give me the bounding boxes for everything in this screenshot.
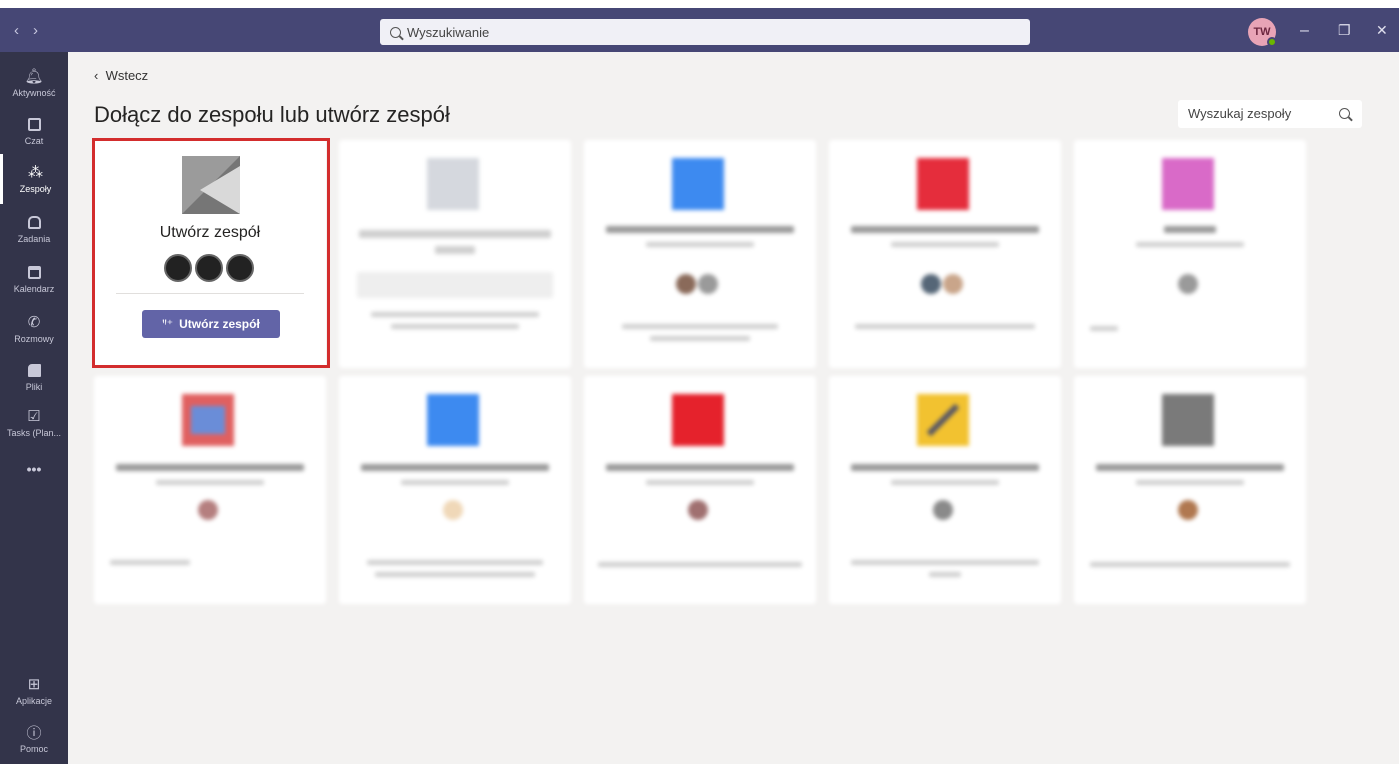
avatar: [688, 500, 708, 520]
apps-icon: ⊞: [27, 676, 41, 693]
avatar: [676, 274, 696, 294]
rail-item-calls[interactable]: ✆ Rozmowy: [0, 304, 68, 354]
bell-icon: 🔔︎: [24, 68, 44, 85]
avatar: [198, 500, 218, 520]
history-nav: ‹›: [14, 22, 52, 39]
global-search-placeholder: Wyszukiwanie: [407, 24, 490, 40]
create-team-card: Utwórz zespół ꞌꞋ⁺ Utwórz zespół: [94, 140, 326, 368]
join-with-code-card[interactable]: [339, 140, 571, 368]
team-card[interactable]: [829, 376, 1061, 604]
card-divider: [116, 293, 304, 294]
member-avatars: [164, 254, 254, 282]
more-icon: •••: [26, 461, 42, 477]
team-card[interactable]: [584, 376, 816, 604]
rail-item-help[interactable]: ⓘ Pomoc: [0, 714, 68, 764]
app-rail: 🔔︎ Aktywność Czat ⁂ Zespoły Zadania Kale…: [0, 52, 68, 764]
avatar: [943, 274, 963, 294]
avatar: [933, 500, 953, 520]
rail-item-activity[interactable]: 🔔︎ Aktywność: [0, 58, 68, 108]
team-card[interactable]: [829, 140, 1061, 368]
tasks-icon: ☑: [27, 408, 41, 425]
add-team-icon: ꞌꞋ⁺: [162, 317, 174, 331]
rail-item-label: Czat: [24, 136, 44, 146]
files-icon: [26, 362, 42, 378]
rail-item-chat[interactable]: Czat: [0, 106, 68, 156]
rail-item-label: Pliki: [25, 382, 43, 392]
team-tile: [182, 394, 234, 446]
avatar: [1178, 500, 1198, 520]
person-icon: [195, 254, 223, 282]
more-apps-button[interactable]: •••: [0, 444, 68, 494]
avatar: [698, 274, 718, 294]
minimize-icon[interactable]: –: [1300, 22, 1309, 40]
global-search-input[interactable]: Wyszukiwanie: [380, 19, 1030, 45]
phone-icon: ✆: [27, 314, 41, 331]
restore-icon[interactable]: ❐: [1338, 22, 1351, 39]
rail-item-calendar[interactable]: Kalendarz: [0, 254, 68, 304]
team-tile: [427, 394, 479, 446]
assignments-icon: [26, 214, 42, 230]
team-card[interactable]: [339, 376, 571, 604]
team-tile: [427, 158, 479, 210]
avatar: [921, 274, 941, 294]
teams-icon: ⁂: [28, 164, 43, 181]
team-card[interactable]: [1074, 376, 1306, 604]
team-card[interactable]: [1074, 140, 1306, 368]
rail-item-label: Tasks (Plan...: [6, 428, 62, 438]
title-bar: ‹› Wyszukiwanie TW – ❐ ✕: [0, 0, 1399, 52]
create-team-button[interactable]: ꞌꞋ⁺ Utwórz zespół: [142, 310, 280, 338]
search-icon: [390, 26, 401, 38]
search-icon: [1339, 108, 1350, 119]
back-link[interactable]: ‹ Wstecz: [94, 68, 148, 83]
team-card[interactable]: [584, 140, 816, 368]
rail-item-label: Kalendarz: [13, 284, 55, 294]
create-team-button-label: Utwórz zespół: [179, 317, 260, 331]
person-icon: [164, 254, 192, 282]
avatar: [443, 500, 463, 520]
forward-arrow-icon[interactable]: ›: [33, 22, 52, 39]
presence-available-icon: [1267, 37, 1277, 47]
create-team-title: Utwórz zespół: [159, 224, 261, 241]
rail-item-label: Rozmowy: [14, 334, 54, 344]
team-tile: [672, 394, 724, 446]
avatar: [1178, 274, 1198, 294]
rail-item-label: Zespoły: [19, 184, 52, 194]
back-label: Wstecz: [105, 68, 149, 83]
rail-item-label: Pomoc: [19, 744, 48, 754]
team-card[interactable]: [94, 376, 326, 604]
page-title: Dołącz do zespołu lub utwórz zespół: [94, 102, 450, 127]
close-icon[interactable]: ✕: [1376, 22, 1388, 39]
create-team-image: [182, 156, 240, 214]
team-search-input[interactable]: Wyszukaj zespoły: [1178, 100, 1362, 128]
back-arrow-icon[interactable]: ‹: [14, 22, 33, 39]
user-avatar[interactable]: TW: [1248, 18, 1277, 47]
rail-item-teams[interactable]: ⁂ Zespoły: [0, 154, 68, 204]
user-initials: TW: [1253, 26, 1271, 38]
team-tile: [1162, 394, 1214, 446]
rail-item-label: Zadania: [17, 234, 51, 244]
calendar-icon: [26, 264, 42, 280]
team-tile: [917, 158, 969, 210]
top-strip: [0, 0, 1399, 8]
help-icon: ⓘ: [26, 724, 42, 742]
rail-item-label: Aktywność: [12, 88, 56, 98]
chevron-left-icon: ‹: [94, 68, 106, 83]
rail-item-files[interactable]: Pliki: [0, 352, 68, 402]
team-search-placeholder: Wyszukaj zespoły: [1188, 106, 1292, 121]
rail-item-tasks[interactable]: ☑ Tasks (Plan...: [0, 398, 68, 448]
rail-item-assignments[interactable]: Zadania: [0, 204, 68, 254]
rail-item-label: Aplikacje: [15, 696, 53, 706]
person-icon: [226, 254, 254, 282]
team-tile: [672, 158, 724, 210]
team-tile: [1162, 158, 1214, 210]
chat-icon: [26, 116, 42, 132]
rail-item-apps[interactable]: ⊞ Aplikacje: [0, 666, 68, 716]
team-tile: [917, 394, 969, 446]
